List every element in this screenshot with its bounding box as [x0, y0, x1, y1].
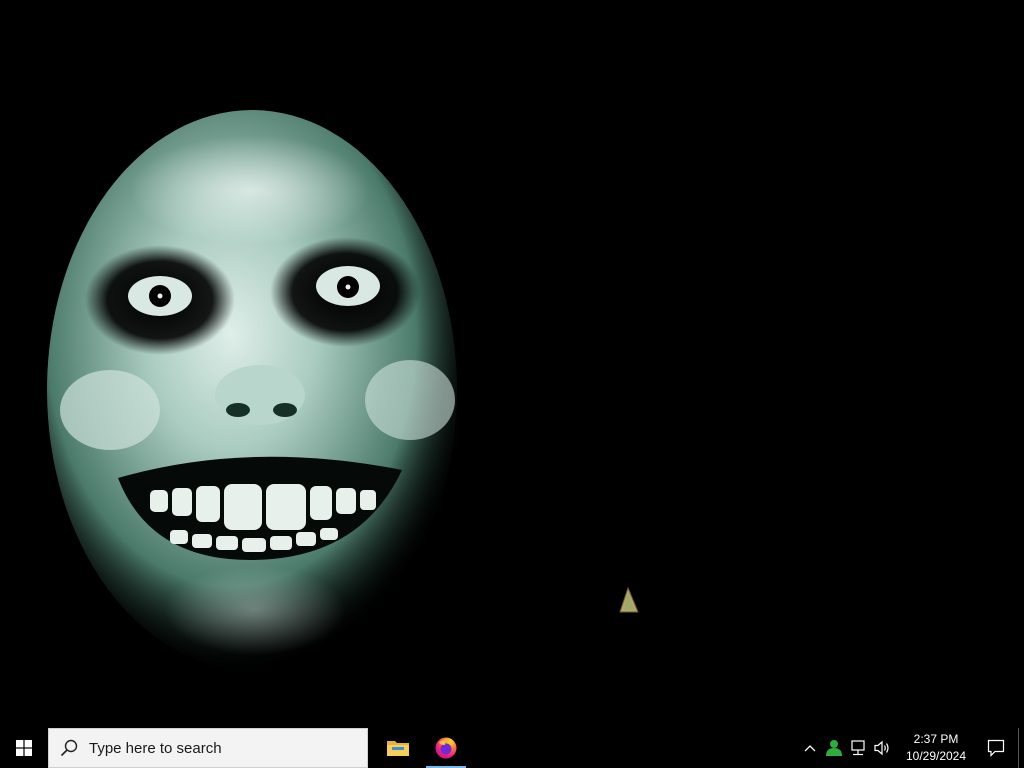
search-placeholder: Type here to search — [89, 739, 222, 757]
chevron-up-icon — [804, 745, 816, 752]
tray-user-button[interactable] — [822, 728, 846, 768]
mouse-cursor-icon — [619, 586, 639, 613]
windows-logo-icon — [16, 740, 32, 756]
system-tray: 2:37 PM 10/29/2024 — [798, 728, 1024, 768]
start-button[interactable] — [0, 728, 48, 768]
firefox-icon — [435, 737, 457, 759]
network-icon — [851, 740, 865, 756]
tray-network-button[interactable] — [846, 728, 870, 768]
taskbar-clock[interactable]: 2:37 PM 10/29/2024 — [898, 728, 974, 768]
smiling-face-wallpaper — [0, 0, 1024, 728]
show-hidden-icons-button[interactable] — [798, 728, 822, 768]
clock-time: 2:37 PM — [913, 732, 959, 746]
clock-date: 10/29/2024 — [905, 749, 967, 763]
taskbar: Type here to search 2:37 PM 10/29/2024 — [0, 728, 1024, 768]
action-center-icon — [987, 739, 1005, 757]
show-desktop-button[interactable] — [1018, 728, 1024, 768]
folder-icon — [387, 741, 409, 756]
search-box[interactable]: Type here to search — [48, 728, 368, 768]
tray-volume-button[interactable] — [870, 728, 894, 768]
search-icon — [59, 738, 79, 758]
pinned-apps — [374, 728, 470, 768]
taskbar-file-explorer[interactable] — [374, 728, 422, 768]
desktop[interactable] — [0, 0, 1024, 728]
speaker-icon — [874, 740, 889, 756]
taskbar-firefox[interactable] — [422, 728, 470, 768]
action-center-button[interactable] — [974, 728, 1018, 768]
person-icon — [826, 740, 842, 756]
